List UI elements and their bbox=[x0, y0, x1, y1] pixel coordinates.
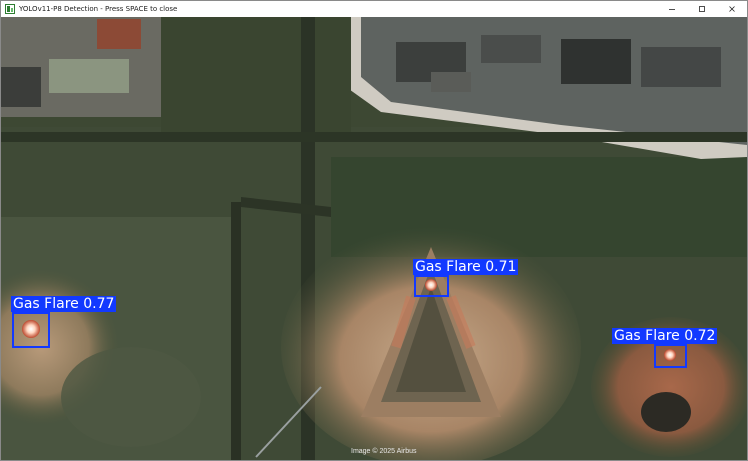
detection-label: Gas Flare 0.72 bbox=[612, 328, 718, 344]
detection-label: Gas Flare 0.77 bbox=[11, 296, 117, 312]
window-controls bbox=[657, 1, 747, 17]
window-title: YOLOv11-P8 Detection - Press SPACE to cl… bbox=[19, 5, 178, 13]
satellite-image bbox=[1, 17, 747, 460]
detection-box bbox=[414, 275, 449, 297]
detection-label: Gas Flare 0.71 bbox=[413, 259, 519, 275]
title-bar[interactable]: YOLOv11-P8 Detection - Press SPACE to cl… bbox=[1, 1, 747, 17]
detection-box bbox=[12, 312, 50, 348]
detection-image: Gas Flare 0.77 Gas Flare 0.71 Gas Flare … bbox=[1, 17, 747, 460]
close-icon bbox=[729, 6, 735, 12]
maximize-button[interactable] bbox=[687, 1, 717, 17]
detection-box bbox=[654, 344, 687, 368]
close-button[interactable] bbox=[717, 1, 747, 17]
image-credit: Image © 2025 Airbus bbox=[351, 448, 417, 455]
maximize-icon bbox=[699, 6, 705, 12]
minimize-icon bbox=[669, 9, 675, 10]
detection-window: YOLOv11-P8 Detection - Press SPACE to cl… bbox=[0, 0, 748, 461]
app-icon bbox=[5, 4, 15, 14]
minimize-button[interactable] bbox=[657, 1, 687, 17]
